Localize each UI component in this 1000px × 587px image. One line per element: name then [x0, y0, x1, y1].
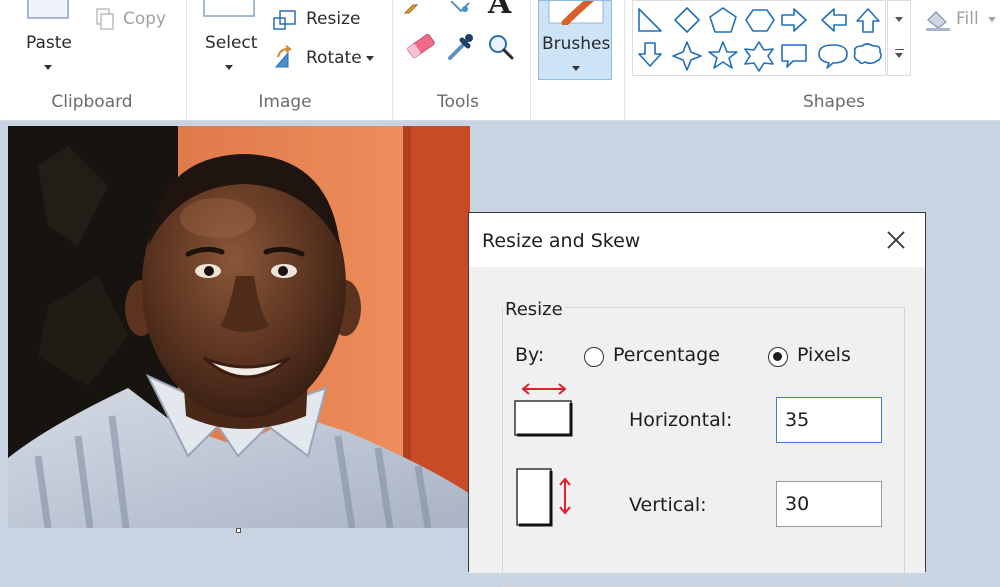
pixels-radio[interactable] [768, 347, 788, 367]
shapes-gallery-icons [638, 7, 882, 72]
dialog-title: Resize and Skew [482, 230, 641, 252]
five-point-star-shape-icon[interactable] [708, 41, 738, 69]
shapes-group-label: Shapes [802, 92, 866, 112]
paste-icon[interactable] [26, 0, 72, 22]
paste-button[interactable]: Paste [26, 33, 72, 53]
right-arrow-shape-icon[interactable] [781, 8, 807, 32]
fill-dropdown-caret[interactable] [988, 17, 996, 22]
left-arrow-shape-icon[interactable] [821, 8, 847, 32]
tools-group-label: Tools [437, 92, 479, 112]
group-separator [186, 0, 187, 120]
close-icon[interactable] [883, 227, 909, 253]
resize-and-skew-dialog: Resize and Skew Resize By: Percentage Pi… [468, 212, 926, 587]
brushes-button[interactable]: Brushes [538, 0, 612, 80]
text-tool-icon[interactable]: A [488, 0, 511, 21]
ribbon: Paste Copy Clipboard Select Resize Rotat… [0, 0, 1000, 121]
vertical-input[interactable] [776, 481, 882, 527]
resize-section-title: Resize [503, 299, 565, 320]
group-separator [530, 0, 531, 120]
hexagon-shape-icon[interactable] [745, 9, 775, 32]
fill-icon [924, 6, 952, 32]
select-dropdown-caret[interactable] [225, 65, 233, 70]
rotate-icon [272, 45, 300, 71]
pentagon-shape-icon[interactable] [709, 7, 737, 33]
brushes-label: Brushes [542, 34, 611, 54]
rotate-button[interactable]: Rotate [306, 48, 362, 68]
percentage-radio-label[interactable]: Percentage [613, 344, 720, 366]
six-point-star-shape-icon[interactable] [744, 41, 774, 72]
copy-icon [94, 6, 116, 32]
horizontal-resize-icon [513, 379, 575, 441]
paste-dropdown-caret[interactable] [44, 65, 52, 70]
select-button[interactable]: Select [205, 33, 257, 53]
rectangle-callout-shape-icon[interactable] [781, 44, 807, 68]
vertical-resize-icon [513, 463, 579, 529]
pencil-icon[interactable] [403, 0, 423, 14]
up-arrow-shape-icon[interactable] [856, 8, 880, 33]
group-separator [624, 0, 625, 120]
brushes-dropdown-caret [572, 66, 580, 71]
resize-icon [272, 8, 298, 32]
dialog-titlebar[interactable]: Resize and Skew [469, 213, 925, 267]
shapes-gallery-scroll[interactable] [887, 0, 911, 76]
rotate-dropdown-caret[interactable] [366, 56, 374, 61]
magnifier-icon[interactable] [486, 32, 516, 62]
horizontal-label: Horizontal: [629, 409, 733, 431]
cloud-callout-shape-icon[interactable] [853, 43, 882, 65]
select-icon[interactable] [203, 0, 255, 18]
shapes-expand-icon[interactable] [895, 49, 904, 50]
canvas-resize-handle[interactable] [236, 528, 241, 533]
copy-button[interactable]: Copy [123, 9, 166, 29]
shapes-gallery [632, 0, 886, 76]
by-label: By: [515, 344, 545, 366]
right-triangle-shape-icon[interactable] [638, 8, 662, 32]
fill-button[interactable]: Fill [956, 9, 979, 29]
down-arrow-shape-icon[interactable] [638, 42, 662, 67]
portrait-photo [8, 126, 470, 528]
shapes-more-caret[interactable] [895, 17, 903, 22]
fill-bucket-icon[interactable] [447, 0, 473, 14]
image-group-label: Image [258, 92, 312, 112]
resize-button[interactable]: Resize [306, 9, 360, 29]
oval-callout-shape-icon[interactable] [818, 44, 848, 69]
percentage-radio[interactable] [584, 347, 604, 367]
dialog-body: Resize By: Percentage Pixels Horizontal: [469, 267, 925, 587]
horizontal-input[interactable] [776, 397, 882, 443]
pixels-radio-label[interactable]: Pixels [797, 344, 851, 366]
brush-icon [547, 0, 605, 27]
canvas-image[interactable] [8, 126, 470, 528]
clipboard-group-label: Clipboard [51, 92, 133, 112]
eraser-icon[interactable] [404, 32, 438, 60]
vertical-label: Vertical: [629, 494, 707, 516]
shapes-expand-caret[interactable] [895, 53, 903, 58]
group-separator [392, 0, 393, 120]
diamond-shape-icon[interactable] [674, 7, 700, 33]
four-point-star-shape-icon[interactable] [672, 41, 702, 71]
color-picker-icon[interactable] [446, 32, 476, 62]
